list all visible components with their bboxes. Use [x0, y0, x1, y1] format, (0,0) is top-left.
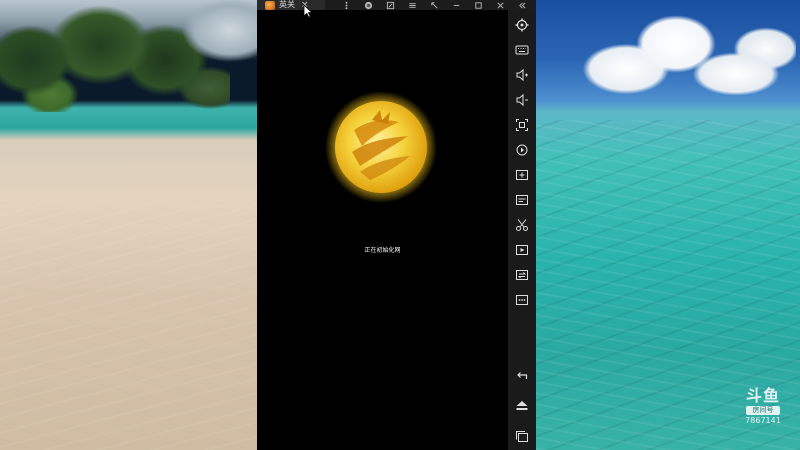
home-icon[interactable] — [513, 397, 531, 415]
resolution-icon[interactable] — [513, 191, 531, 209]
app-tab[interactable]: 英关 × — [257, 0, 325, 10]
cut-icon[interactable] — [513, 216, 531, 234]
emulator-titlebar: 英关 × — [257, 0, 536, 10]
edit-icon[interactable] — [379, 0, 401, 10]
golden-sun-logo-icon — [325, 91, 437, 203]
skin-icon[interactable] — [357, 0, 379, 10]
tab-title: 英关 — [279, 0, 295, 9]
beach-wallpaper-left — [0, 0, 258, 450]
menu-icon[interactable] — [401, 0, 423, 10]
cloudy-sky — [180, 0, 258, 90]
sand-ripples — [0, 200, 258, 450]
stream-watermark: 斗鱼 房间号 7867141 — [740, 387, 786, 426]
minimize-icon[interactable] — [445, 0, 467, 10]
emulator-screen[interactable]: 正在初始化网 — [257, 10, 508, 450]
titlebar-controls — [335, 0, 533, 10]
settings-icon[interactable] — [513, 16, 531, 34]
expand-icon[interactable] — [423, 0, 445, 10]
mouse-cursor-icon — [303, 4, 313, 18]
room-id: 7867141 — [745, 416, 781, 425]
room-badge: 房间号 — [746, 406, 780, 415]
sync-icon[interactable] — [513, 266, 531, 284]
back-icon[interactable] — [513, 367, 531, 385]
volume-up-icon[interactable] — [513, 66, 531, 84]
volume-down-icon[interactable] — [513, 91, 531, 109]
restore-icon[interactable] — [467, 0, 489, 10]
game-fire-icon — [265, 0, 275, 10]
more-vertical-icon[interactable] — [335, 0, 357, 10]
video-record-icon[interactable] — [513, 241, 531, 259]
close-icon[interactable] — [489, 0, 511, 10]
cumulus-cloud — [566, 4, 796, 104]
more-icon[interactable] — [513, 291, 531, 309]
screenshot-icon[interactable] — [513, 116, 531, 134]
recent-apps-icon[interactable] — [513, 428, 531, 446]
install-apk-icon[interactable] — [513, 166, 531, 184]
collapse-sidebar-icon[interactable] — [511, 0, 533, 10]
rotate-icon[interactable] — [513, 141, 531, 159]
keyboard-icon[interactable] — [513, 41, 531, 59]
android-emulator-window: 英关 × 正在初始化网 — [257, 0, 536, 450]
emulator-toolbar — [508, 10, 536, 450]
loading-status-text: 正在初始化网 — [364, 247, 401, 254]
watermark-logo: 斗鱼 — [745, 386, 780, 405]
sea-wallpaper-right — [536, 0, 800, 450]
